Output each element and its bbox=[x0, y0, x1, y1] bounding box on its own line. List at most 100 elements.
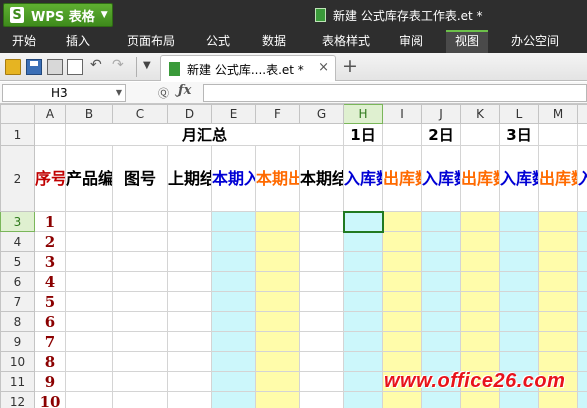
menu-insert[interactable]: 插入 bbox=[58, 30, 98, 53]
wps-app-menu-button[interactable]: S WPS 表格 ▼ bbox=[3, 3, 113, 27]
cell[interactable] bbox=[343, 311, 383, 332]
row-header[interactable]: 11 bbox=[0, 371, 35, 392]
cell[interactable] bbox=[112, 371, 168, 392]
cell[interactable] bbox=[343, 231, 383, 252]
cell[interactable] bbox=[538, 351, 578, 372]
cell[interactable] bbox=[382, 251, 422, 272]
day-1-header[interactable]: 1日 bbox=[343, 123, 383, 146]
cell[interactable] bbox=[112, 391, 168, 408]
cell[interactable] bbox=[167, 251, 212, 272]
seq-cell[interactable]: 7 bbox=[34, 331, 66, 352]
menu-review[interactable]: 审阅 bbox=[391, 30, 431, 53]
cell[interactable] bbox=[112, 291, 168, 312]
cell[interactable] bbox=[499, 231, 539, 252]
open-folder-icon[interactable] bbox=[5, 59, 21, 75]
cell[interactable] bbox=[34, 123, 66, 146]
product-code-header[interactable]: 产品编号 bbox=[65, 145, 113, 212]
cell[interactable] bbox=[382, 231, 422, 252]
cell[interactable] bbox=[255, 351, 300, 372]
column-header-a[interactable]: A bbox=[34, 104, 66, 124]
cell[interactable] bbox=[65, 271, 113, 292]
cell[interactable] bbox=[343, 251, 383, 272]
customize-toolbar-icon[interactable]: ▼ bbox=[143, 60, 151, 71]
cell[interactable] bbox=[577, 251, 587, 272]
cell[interactable] bbox=[65, 391, 113, 408]
cell[interactable] bbox=[211, 251, 256, 272]
redo-icon[interactable]: ↷ bbox=[112, 57, 124, 73]
row-header[interactable]: 3 bbox=[0, 211, 35, 232]
cell[interactable] bbox=[460, 311, 500, 332]
cell[interactable] bbox=[65, 351, 113, 372]
cell[interactable] bbox=[538, 391, 578, 408]
menu-home[interactable]: 开始 bbox=[4, 30, 44, 53]
cell[interactable] bbox=[211, 351, 256, 372]
row-header[interactable]: 7 bbox=[0, 291, 35, 312]
cell[interactable] bbox=[421, 331, 461, 352]
monthly-summary-header[interactable]: 月汇总 bbox=[65, 123, 344, 146]
cell[interactable] bbox=[538, 123, 578, 146]
seq-cell[interactable]: 2 bbox=[34, 231, 66, 252]
column-header-b[interactable]: B bbox=[65, 104, 113, 124]
row-header[interactable]: 2 bbox=[0, 145, 35, 212]
cell[interactable] bbox=[382, 123, 422, 146]
cell[interactable] bbox=[577, 351, 587, 372]
cell[interactable] bbox=[167, 331, 212, 352]
cell[interactable] bbox=[211, 291, 256, 312]
day-4-header[interactable]: 4 bbox=[577, 123, 587, 146]
cell[interactable] bbox=[255, 391, 300, 408]
cell[interactable] bbox=[460, 391, 500, 408]
menu-table-style[interactable]: 表格样式 bbox=[313, 30, 379, 53]
cell[interactable] bbox=[577, 371, 587, 392]
undo-icon[interactable]: ↶ bbox=[90, 57, 102, 73]
cell[interactable] bbox=[460, 291, 500, 312]
cell[interactable] bbox=[299, 271, 344, 292]
cell[interactable] bbox=[65, 371, 113, 392]
cell[interactable] bbox=[460, 351, 500, 372]
day1-in-header[interactable]: 入库数 bbox=[343, 145, 383, 212]
cell[interactable] bbox=[577, 391, 587, 408]
row-header[interactable]: 5 bbox=[0, 251, 35, 272]
cell[interactable] bbox=[112, 311, 168, 332]
cell[interactable] bbox=[299, 331, 344, 352]
cell[interactable] bbox=[299, 311, 344, 332]
active-cell[interactable] bbox=[342, 210, 384, 233]
cell[interactable] bbox=[538, 291, 578, 312]
cell[interactable] bbox=[421, 211, 461, 232]
cell[interactable] bbox=[577, 211, 587, 232]
seq-cell[interactable]: 1 bbox=[34, 211, 66, 232]
cell[interactable] bbox=[421, 231, 461, 252]
chevron-down-icon[interactable]: ▼ bbox=[116, 88, 122, 97]
cell[interactable] bbox=[421, 291, 461, 312]
day3-in-header[interactable]: 入库数 bbox=[499, 145, 539, 212]
cell[interactable] bbox=[460, 123, 500, 146]
column-header-h[interactable]: H bbox=[343, 104, 383, 124]
row-header[interactable]: 6 bbox=[0, 271, 35, 292]
day1-out-header[interactable]: 出库数 bbox=[382, 145, 422, 212]
day-3-header[interactable]: 3日 bbox=[499, 123, 539, 146]
cell[interactable] bbox=[382, 271, 422, 292]
cell[interactable] bbox=[65, 251, 113, 272]
cell[interactable] bbox=[499, 351, 539, 372]
cell[interactable] bbox=[167, 271, 212, 292]
cell[interactable] bbox=[167, 371, 212, 392]
cell[interactable] bbox=[211, 231, 256, 252]
cell[interactable] bbox=[255, 311, 300, 332]
cell[interactable] bbox=[577, 291, 587, 312]
drawing-no-header[interactable]: 图号 bbox=[112, 145, 168, 212]
column-header-c[interactable]: C bbox=[112, 104, 168, 124]
cell[interactable] bbox=[211, 391, 256, 408]
menu-data[interactable]: 数据 bbox=[254, 30, 294, 53]
cell[interactable] bbox=[421, 271, 461, 292]
cell[interactable] bbox=[499, 311, 539, 332]
cell[interactable] bbox=[167, 231, 212, 252]
cell[interactable] bbox=[421, 311, 461, 332]
cell[interactable] bbox=[343, 291, 383, 312]
cell[interactable] bbox=[112, 351, 168, 372]
cell[interactable] bbox=[538, 231, 578, 252]
cell[interactable] bbox=[499, 271, 539, 292]
cell[interactable] bbox=[167, 391, 212, 408]
seq-cell[interactable]: 9 bbox=[34, 371, 66, 392]
row-header[interactable]: 10 bbox=[0, 351, 35, 372]
cell[interactable] bbox=[577, 271, 587, 292]
cell[interactable] bbox=[299, 391, 344, 408]
